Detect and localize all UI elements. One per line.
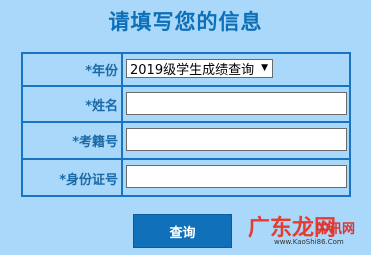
exam-number-input[interactable] [126, 128, 347, 151]
watermark-logo: 广东龙网 中讯网 www.KaoShi86.Com [248, 210, 371, 255]
query-button[interactable]: 查询 [133, 214, 232, 248]
exam-number-label: *考籍号 [23, 123, 123, 158]
year-row: *年份 2019级学生成绩查询 ▼ [23, 54, 349, 87]
exam-number-row: *考籍号 [23, 123, 349, 160]
name-label: *姓名 [23, 87, 123, 121]
year-cell: 2019级学生成绩查询 ▼ [123, 54, 349, 85]
year-label: *年份 [23, 54, 123, 85]
chevron-down-icon: ▼ [261, 63, 268, 73]
id-number-label: *身份证号 [23, 160, 123, 197]
exam-number-cell [123, 123, 349, 158]
id-number-row: *身份证号 [23, 160, 349, 197]
name-input[interactable] [126, 92, 347, 115]
name-cell [123, 87, 349, 121]
name-row: *姓名 [23, 87, 349, 123]
id-number-cell [123, 160, 349, 197]
year-select-value: 2019级学生成绩查询 [130, 63, 255, 78]
info-form: *年份 2019级学生成绩查询 ▼ *姓名 *考籍号 *身份证号 [21, 52, 351, 197]
id-number-input[interactable] [126, 165, 347, 188]
watermark-url: www.KaoShi86.Com [274, 238, 344, 246]
watermark-sub: 中讯网 [316, 222, 356, 237]
year-select[interactable]: 2019级学生成绩查询 ▼ [126, 59, 273, 78]
page-title: 请填写您的信息 [108, 10, 263, 34]
